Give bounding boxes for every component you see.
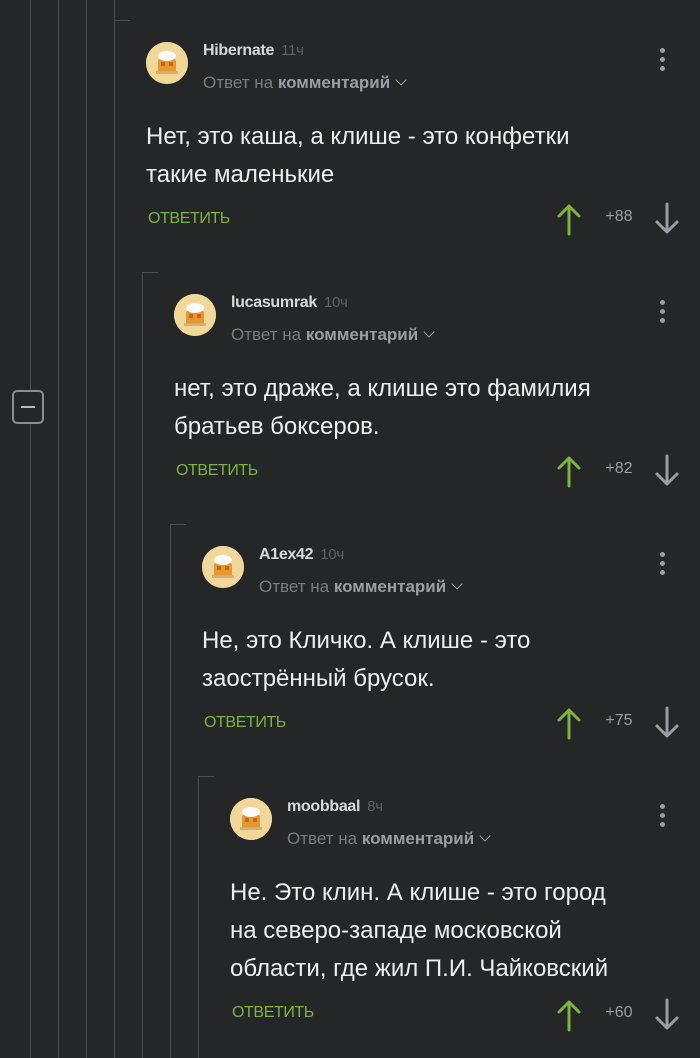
avatar[interactable]	[146, 42, 188, 84]
thread-line	[198, 776, 199, 1058]
reply-to-link[interactable]: Ответ на комментарий	[259, 577, 463, 597]
comment-time: 10ч	[323, 294, 348, 311]
reply-to-link[interactable]: Ответ на комментарий	[287, 829, 491, 849]
comment: Hibernate 11ч Ответ на комментарий Нет, э…	[146, 42, 700, 284]
author-name[interactable]: lucasumrak 10ч	[231, 294, 348, 312]
rating-count: +60	[605, 1004, 633, 1021]
minus-square-icon	[21, 406, 35, 408]
arrow-down-icon[interactable]	[654, 706, 680, 740]
reply-to-target: комментарий	[361, 829, 475, 848]
reply-to-link[interactable]: Ответ на комментарий	[203, 73, 407, 93]
chevron-down-icon	[395, 74, 407, 86]
comment-text: Не. Это клин. А клише - это город на сев…	[230, 879, 609, 982]
comment: A1ex42 10ч Ответ на комментарий Не, это К…	[202, 546, 700, 788]
author-name-text: A1ex42	[259, 546, 314, 563]
author-name-text: moobbaal	[287, 798, 361, 815]
comment-time: 11ч	[281, 42, 304, 59]
arrow-up-icon[interactable]	[556, 998, 582, 1032]
reply-button[interactable]: ОТВЕТИТЬ	[176, 462, 258, 480]
collapse-thread-button[interactable]	[12, 390, 44, 424]
chevron-down-icon	[451, 578, 463, 590]
comment: lucasumrak 10ч Ответ на комментарий нет, …	[174, 294, 700, 536]
arrow-up-icon[interactable]	[556, 202, 582, 236]
thread-line	[30, 0, 31, 1058]
avatar[interactable]	[202, 546, 244, 588]
reply-to-prefix: Ответ на	[259, 577, 330, 596]
comment-text: Не, это Кличко. А клише - это заострённы…	[202, 627, 531, 692]
arrow-down-icon[interactable]	[654, 998, 680, 1032]
thread-line	[58, 0, 59, 1058]
arrow-up-icon[interactable]	[556, 454, 582, 488]
avatar[interactable]	[174, 294, 216, 336]
rating-count: +88	[605, 208, 633, 225]
more-vertical-icon[interactable]	[658, 300, 666, 328]
arrow-down-icon[interactable]	[654, 454, 680, 488]
reply-button[interactable]: ОТВЕТИТЬ	[204, 714, 286, 732]
chevron-down-icon	[423, 326, 435, 338]
reply-to-target: комментарий	[333, 577, 447, 596]
reply-to-prefix: Ответ на	[287, 829, 358, 848]
rating-count: +75	[605, 712, 633, 729]
author-name[interactable]: A1ex42 10ч	[259, 546, 344, 564]
arrow-up-icon[interactable]	[556, 706, 582, 740]
comment-time: 8ч	[367, 798, 383, 815]
reply-to-link[interactable]: Ответ на комментарий	[231, 325, 435, 345]
arrow-down-icon[interactable]	[654, 202, 680, 236]
reply-to-prefix: Ответ на	[231, 325, 302, 344]
reply-button[interactable]: ОТВЕТИТЬ	[232, 1004, 314, 1022]
more-vertical-icon[interactable]	[658, 552, 666, 580]
author-name-text: Hibernate	[203, 42, 275, 59]
thread-line	[114, 0, 115, 1058]
author-name[interactable]: Hibernate 11ч	[203, 42, 304, 60]
more-vertical-icon[interactable]	[658, 48, 666, 76]
vote-controls: +82	[556, 454, 680, 488]
reply-to-target: комментарий	[305, 325, 419, 344]
reply-to-prefix: Ответ на	[203, 73, 274, 92]
more-vertical-icon[interactable]	[658, 804, 666, 832]
comment-text: Нет, это каша, а клише - это конфетки та…	[146, 123, 570, 188]
vote-controls: +60	[556, 998, 680, 1032]
thread-line	[86, 0, 87, 1058]
comment-text: нет, это драже, а клише это фамилия брат…	[174, 375, 591, 440]
rating-count: +82	[605, 460, 633, 477]
avatar[interactable]	[230, 798, 272, 840]
vote-controls: +88	[556, 202, 680, 236]
thread-line	[170, 524, 171, 1058]
comment-time: 10ч	[320, 546, 344, 563]
comment: moobbaal 8ч Ответ на комментарий Не. Это …	[230, 798, 700, 1038]
reply-button[interactable]: ОТВЕТИТЬ	[148, 210, 230, 228]
chevron-down-icon	[479, 830, 491, 842]
author-name[interactable]: moobbaal 8ч	[287, 798, 383, 816]
author-name-text: lucasumrak	[231, 294, 317, 311]
thread-line	[142, 272, 143, 1058]
comment-thread: Hibernate 11ч Ответ на комментарий Нет, э…	[0, 0, 700, 1058]
thread-branch	[114, 20, 130, 21]
vote-controls: +75	[556, 706, 680, 740]
reply-to-target: комментарий	[277, 73, 391, 92]
